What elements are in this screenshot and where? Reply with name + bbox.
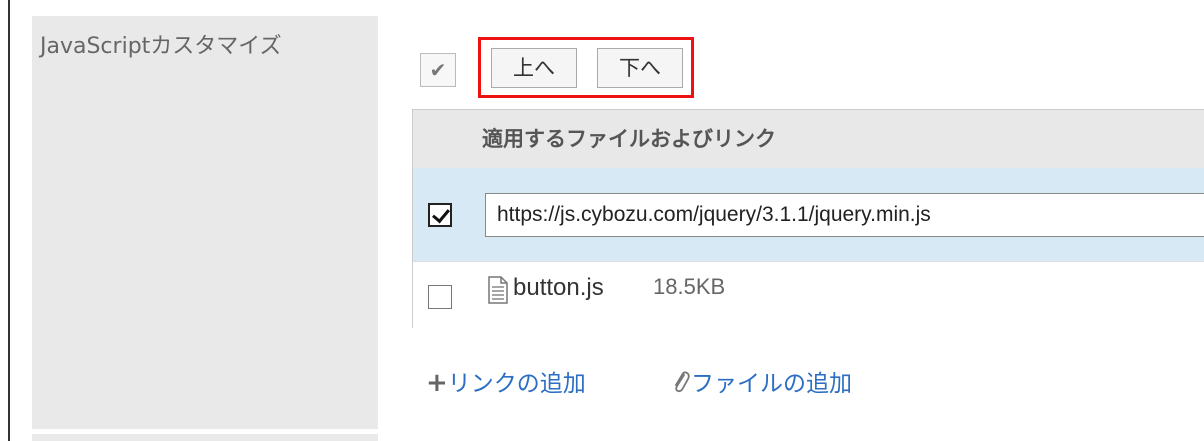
add-file-action[interactable]: ファイルの追加 xyxy=(671,364,852,398)
select-all-checkbox[interactable]: ✔ xyxy=(420,53,456,87)
table-header: 適用するファイルおよびリンク xyxy=(413,109,1204,168)
table-header-label: 適用するファイルおよびリンク xyxy=(482,127,776,151)
row-checkbox[interactable] xyxy=(428,285,452,309)
file-name-link[interactable]: button.js xyxy=(513,274,604,302)
files-links-table: 適用するファイルおよびリンク https://js.cybozu.com/jqu… xyxy=(412,109,1204,328)
add-link-action[interactable]: +リンクの追加 xyxy=(426,364,586,398)
file-size: 18.5KB xyxy=(653,274,726,299)
move-up-button[interactable]: 上へ xyxy=(491,48,577,88)
window-border xyxy=(8,0,10,441)
table-row: button.js 18.5KB xyxy=(413,261,1204,328)
move-down-button[interactable]: 下へ xyxy=(597,48,683,88)
row-checkbox[interactable] xyxy=(428,203,452,227)
plus-icon: + xyxy=(426,368,448,398)
next-row-label-cell xyxy=(32,434,378,441)
setting-label-cell: JavaScriptカスタマイズ xyxy=(32,16,378,429)
add-file-label: ファイルの追加 xyxy=(691,371,852,397)
paperclip-icon xyxy=(675,371,690,393)
add-link-label: リンクの追加 xyxy=(447,371,586,397)
link-url-input[interactable]: https://js.cybozu.com/jquery/3.1.1/jquer… xyxy=(485,193,1204,237)
setting-label: JavaScriptカスタマイズ xyxy=(40,34,282,59)
file-icon xyxy=(488,276,508,304)
table-row: https://js.cybozu.com/jquery/3.1.1/jquer… xyxy=(413,168,1204,261)
check-icon: ✔ xyxy=(429,60,447,82)
